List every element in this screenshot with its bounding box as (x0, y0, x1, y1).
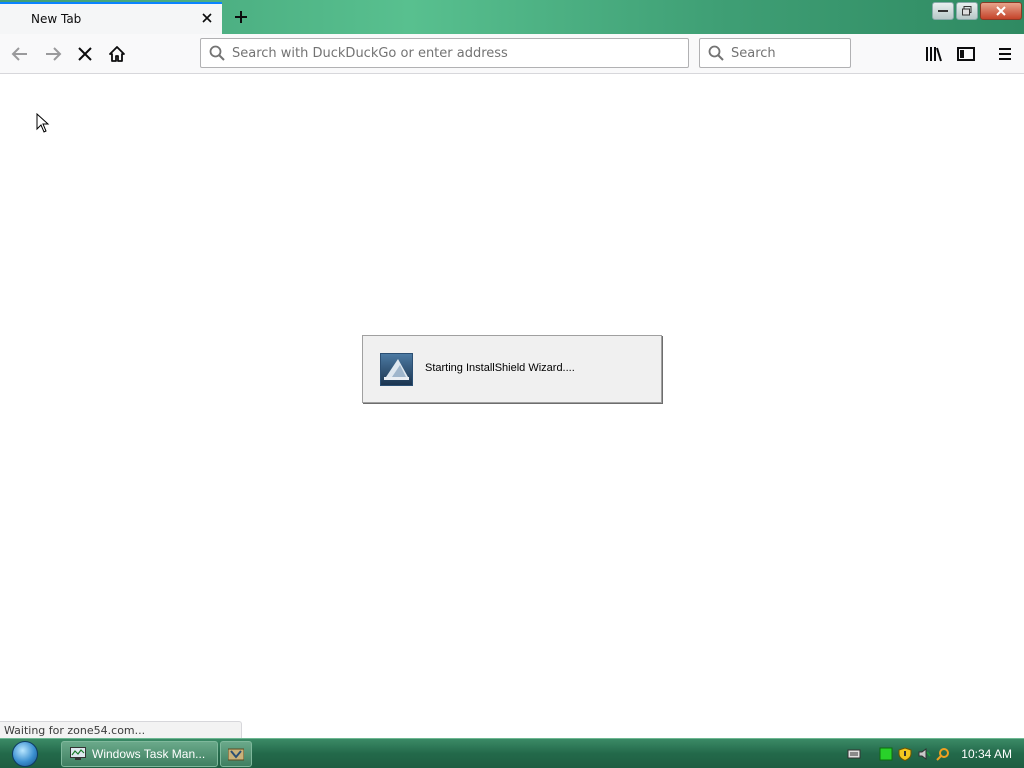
sidebar-button[interactable] (952, 40, 980, 68)
address-input[interactable] (232, 39, 682, 67)
installshield-icon (380, 353, 413, 386)
security-shield-icon[interactable] (898, 747, 912, 761)
taskbar-item-installer[interactable] (220, 741, 252, 767)
search-icon (209, 45, 225, 61)
search-icon (708, 45, 724, 61)
title-bar: New Tab (0, 0, 1024, 34)
mouse-cursor-icon (36, 113, 50, 133)
status-bar: Waiting for zone54.com... (0, 721, 242, 738)
plus-icon (235, 11, 247, 23)
home-button[interactable] (103, 40, 131, 68)
forward-arrow-icon (46, 47, 62, 61)
back-button[interactable] (6, 40, 34, 68)
library-icon (926, 47, 942, 62)
stop-button[interactable] (71, 40, 99, 68)
start-button[interactable] (6, 740, 44, 768)
back-arrow-icon (11, 47, 27, 61)
minimize-button[interactable] (932, 2, 954, 20)
keyboard-icon[interactable] (847, 747, 861, 761)
clock[interactable]: 10:34 AM (961, 747, 1012, 761)
taskbar-item-task-manager[interactable]: Windows Task Man... (61, 741, 218, 767)
system-tray: 10:34 AM (847, 739, 1024, 768)
sidebar-icon (957, 47, 975, 61)
page-content[interactable] (0, 74, 1024, 738)
forward-button[interactable] (39, 40, 67, 68)
home-icon (109, 46, 125, 62)
windows-logo-icon (12, 741, 38, 767)
search-icon[interactable] (936, 747, 950, 761)
dialog-message: Starting InstallShield Wizard.... (425, 362, 575, 374)
new-tab-button[interactable] (228, 4, 254, 30)
volume-icon[interactable] (917, 747, 931, 761)
restore-button[interactable] (956, 2, 978, 20)
tab-new-tab[interactable]: New Tab (0, 2, 222, 34)
search-bar[interactable] (699, 38, 851, 68)
tab-close-icon[interactable] (198, 9, 216, 27)
search-input[interactable] (731, 39, 846, 67)
library-button[interactable] (920, 40, 948, 68)
network-status-icon[interactable] (879, 747, 893, 761)
window-controls (932, 2, 1022, 20)
stop-icon (78, 47, 92, 61)
installshield-dialog: Starting InstallShield Wizard.... (362, 335, 662, 403)
taskbar: Windows Task Man... 10:34 AM (0, 738, 1024, 768)
address-bar[interactable] (200, 38, 689, 68)
close-icon (996, 6, 1006, 16)
task-manager-icon (70, 747, 86, 760)
installer-icon (228, 748, 244, 761)
navigation-toolbar (0, 34, 1024, 74)
menu-button[interactable] (991, 40, 1019, 68)
tab-title: New Tab (31, 12, 82, 26)
taskbar-item-label: Windows Task Man... (92, 747, 206, 761)
hamburger-menu-icon (999, 48, 1011, 60)
close-window-button[interactable] (980, 2, 1022, 20)
